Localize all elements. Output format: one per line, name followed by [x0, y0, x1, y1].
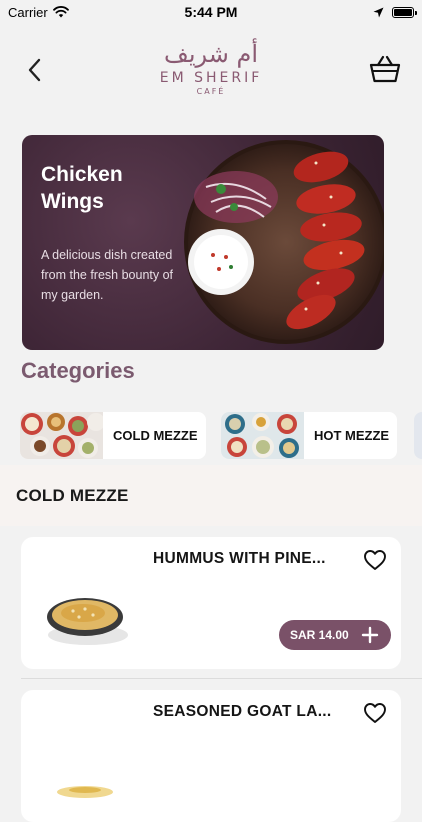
carrier-label: Carrier [8, 4, 48, 20]
category-card-partial[interactable] [414, 412, 422, 459]
brand-logo: أم شريف EM SHERIF CAFÉ [150, 40, 272, 106]
back-button[interactable] [20, 54, 48, 86]
goat-dish-photo [57, 786, 113, 798]
status-right [373, 6, 417, 18]
section-title: COLD MEZZE [16, 485, 129, 505]
header: أم شريف EM SHERIF CAFÉ [0, 34, 422, 109]
product-name: SEASONED GOAT LA... [153, 703, 332, 720]
chevron-left-icon [28, 58, 41, 82]
basket-icon [369, 55, 401, 83]
chicken-wings-photo [184, 140, 384, 344]
battery-icon [392, 6, 417, 18]
featured-banner[interactable]: Chicken Wings A delicious dish created f… [22, 135, 384, 350]
wifi-icon [52, 6, 69, 18]
product-name: HUMMUS WITH PINE... [153, 550, 326, 567]
heart-outline-icon[interactable] [363, 702, 387, 724]
product-card[interactable]: HUMMUS WITH PINE... SAR 14.00 [21, 537, 401, 669]
product-price: SAR 14.00 [290, 628, 349, 642]
hot-mezze-thumbnail [221, 412, 304, 459]
list-divider [21, 678, 422, 679]
hummus-photo [47, 598, 128, 645]
heart-outline-icon[interactable] [363, 549, 387, 571]
category-label: HOT MEZZE [314, 428, 390, 443]
cold-mezze-thumbnail [20, 412, 103, 459]
logo-name: EM SHERIF [159, 70, 263, 86]
add-to-cart-pill[interactable]: SAR 14.00 [279, 620, 391, 650]
category-label: COLD MEZZE [113, 428, 198, 443]
cart-button[interactable] [368, 52, 402, 86]
status-bar: Carrier 5:44 PM [0, 0, 422, 24]
category-card-hot-mezze[interactable]: HOT MEZZE [221, 412, 397, 459]
product-card[interactable]: SEASONED GOAT LA... [21, 690, 401, 822]
logo-arabic: أم شريف [163, 40, 259, 68]
location-arrow-icon [373, 7, 384, 17]
plus-icon[interactable] [361, 626, 379, 644]
categories-heading: Categories [21, 358, 135, 383]
category-card-cold-mezze[interactable]: COLD MEZZE [20, 412, 206, 459]
section-header: COLD MEZZE [0, 465, 422, 526]
category-carousel[interactable]: COLD MEZZE HOT MEZZE [20, 412, 422, 460]
status-left: Carrier [8, 5, 69, 20]
logo-sub: CAFÉ [196, 87, 226, 96]
